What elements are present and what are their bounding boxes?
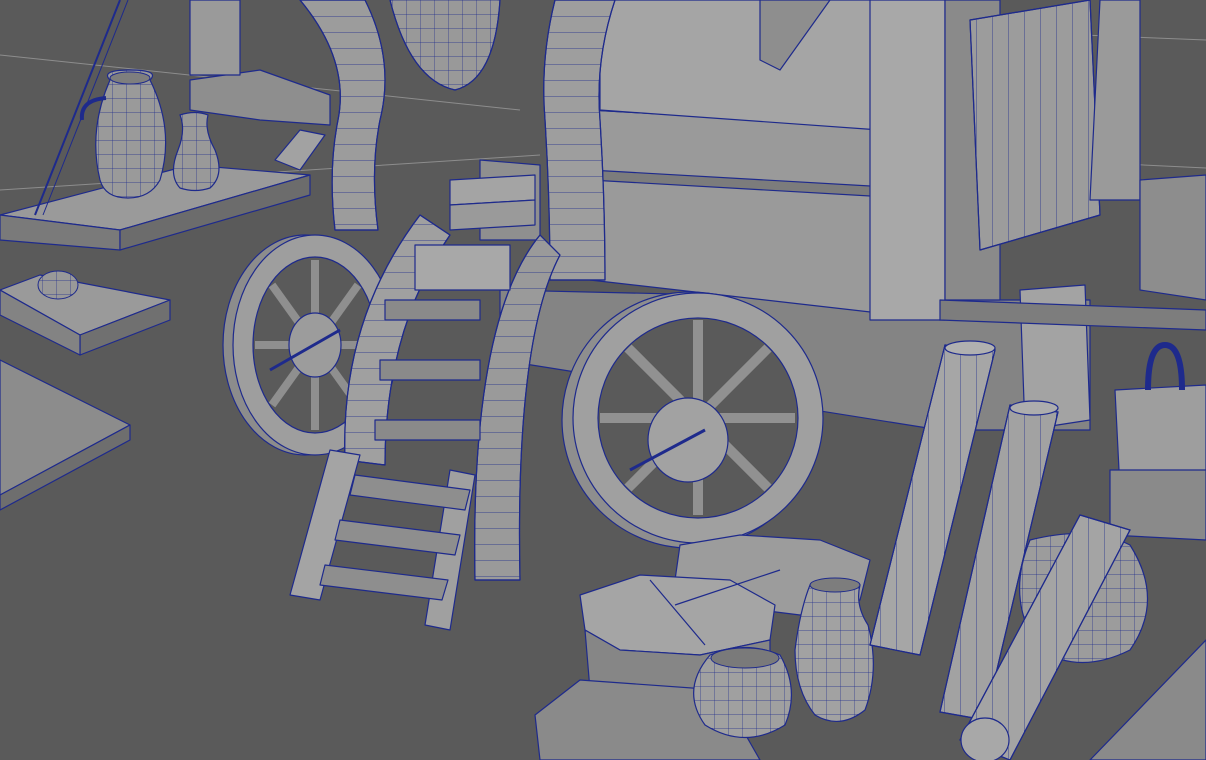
tiny-bowl[interactable] <box>37 270 79 300</box>
wagon-wheel-right[interactable] <box>561 291 824 549</box>
maya-3d-viewport[interactable] <box>0 0 1206 760</box>
pottery-pot[interactable] <box>693 646 793 739</box>
wireframe-scene[interactable] <box>0 0 1206 760</box>
